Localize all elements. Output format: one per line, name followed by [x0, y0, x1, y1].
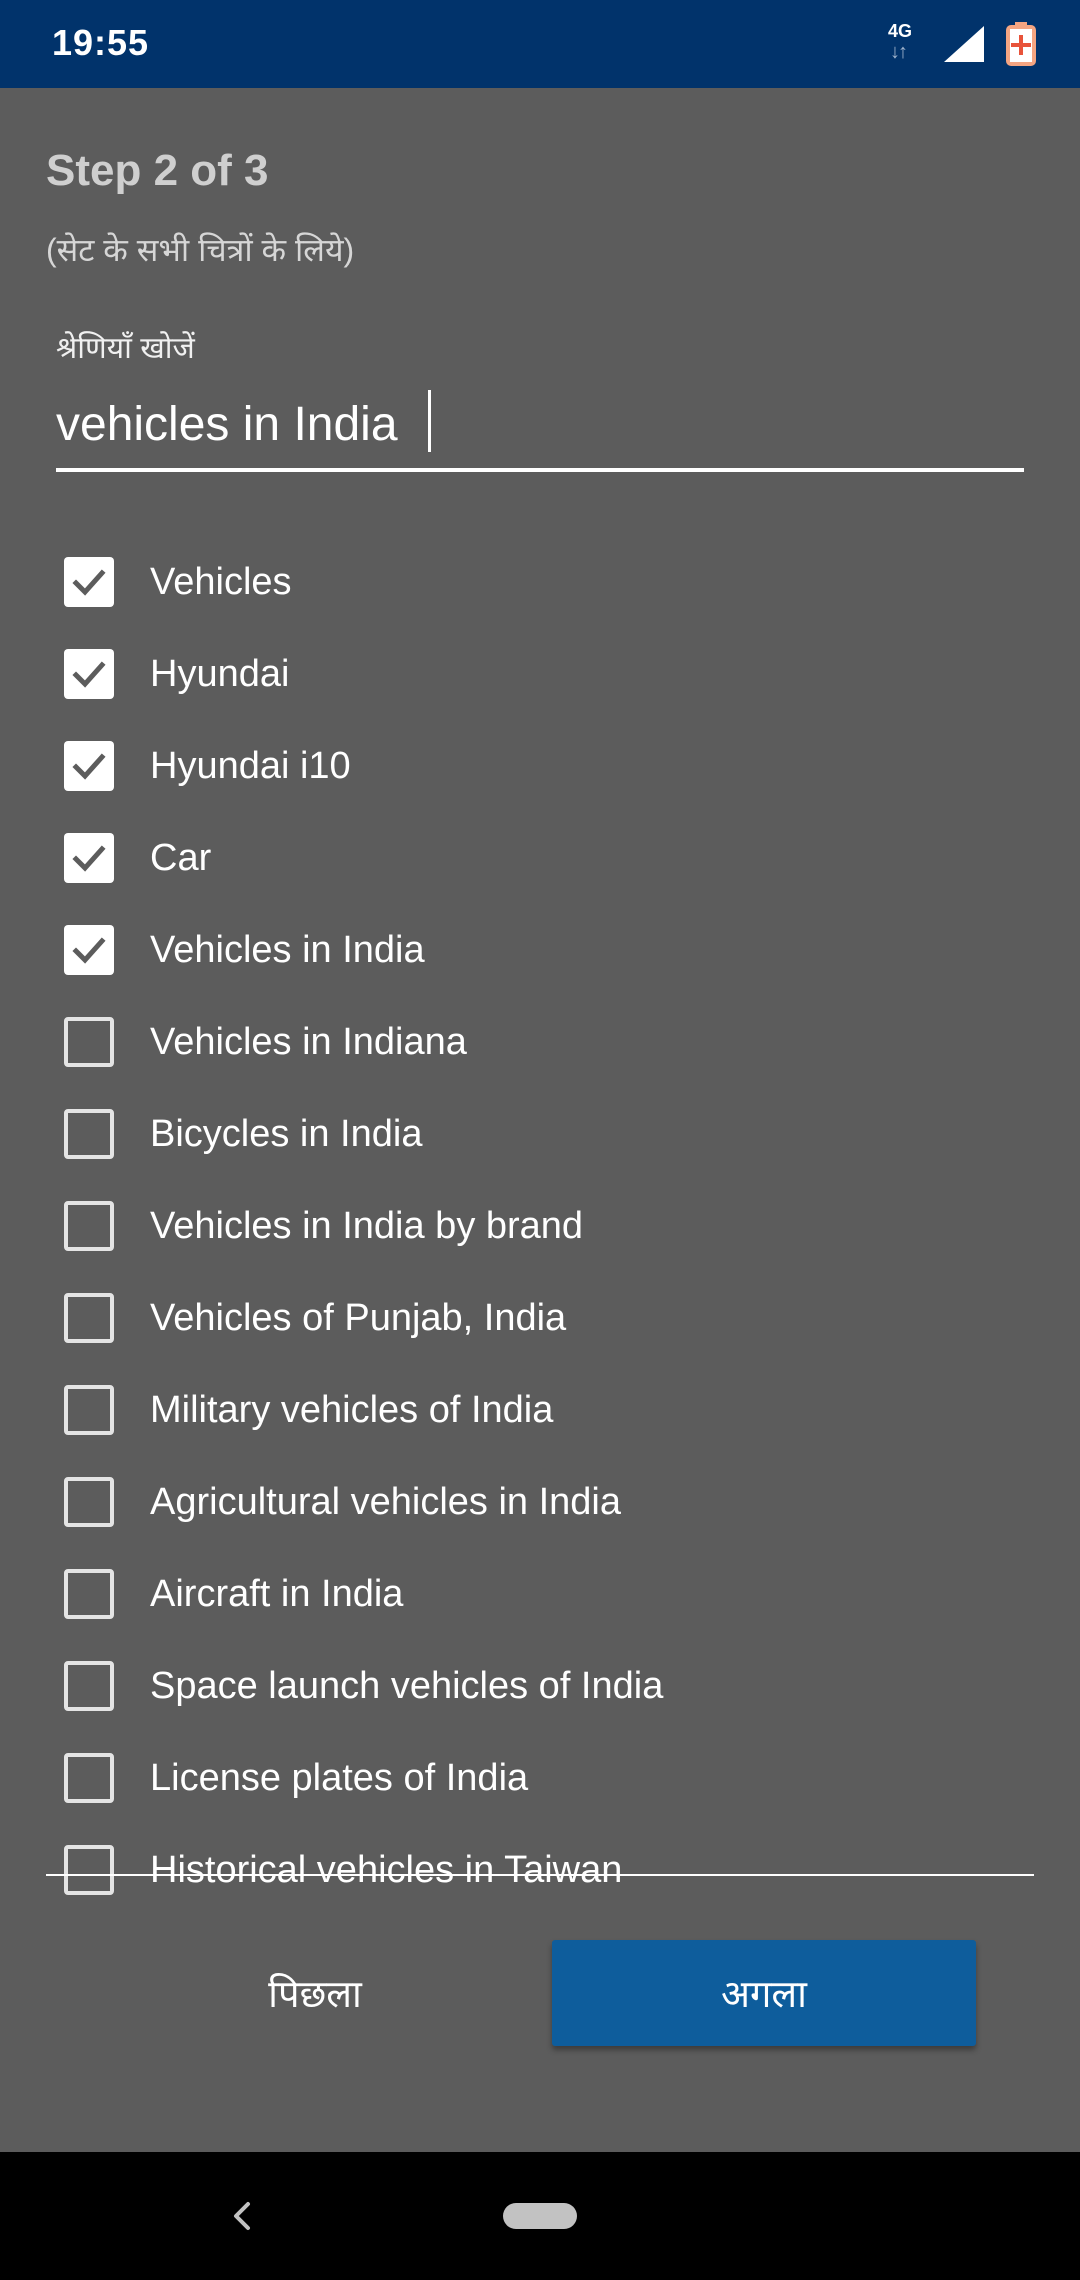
search-input[interactable] — [56, 388, 1024, 472]
checkbox-checked-icon[interactable] — [64, 557, 114, 607]
category-label: Agricultural vehicles in India — [150, 1480, 622, 1523]
category-item[interactable]: Military vehicles of India — [64, 1364, 1024, 1456]
category-label: Historical vehicles in Taiwan — [150, 1848, 623, 1891]
checkbox-unchecked-icon[interactable] — [64, 1569, 114, 1619]
category-item[interactable]: Aircraft in India — [64, 1548, 1024, 1640]
category-label: Vehicles in India — [150, 928, 425, 971]
next-button[interactable]: अगला — [552, 1940, 976, 2046]
checkbox-checked-icon[interactable] — [64, 741, 114, 791]
screen: 19:55 4G ↓↑ Step 2 of 3 (सेट के सभी चित्… — [0, 0, 1080, 2280]
navigation-bar — [0, 2152, 1080, 2280]
checkbox-unchecked-icon[interactable] — [64, 1845, 114, 1895]
step-title: Step 2 of 3 — [46, 146, 269, 195]
category-label: Vehicles in Indiana — [150, 1020, 467, 1063]
search-label: श्रेणियाँ खोजें — [56, 332, 195, 365]
checkbox-checked-icon[interactable] — [64, 925, 114, 975]
category-item[interactable]: Hyundai i10 — [64, 720, 1024, 812]
category-label: License plates of India — [150, 1756, 529, 1799]
step-subtitle: (सेट के सभी चित्रों के लिये) — [46, 232, 355, 268]
home-pill-icon[interactable] — [503, 2203, 577, 2229]
checkbox-unchecked-icon[interactable] — [64, 1293, 114, 1343]
category-label: Military vehicles of India — [150, 1388, 554, 1431]
category-item[interactable]: Vehicles in India by brand — [64, 1180, 1024, 1272]
checkbox-unchecked-icon[interactable] — [64, 1201, 114, 1251]
network-label: 4G — [888, 21, 913, 41]
checkbox-checked-icon[interactable] — [64, 833, 114, 883]
checkbox-unchecked-icon[interactable] — [64, 1753, 114, 1803]
category-label: Hyundai i10 — [150, 744, 351, 787]
list-divider — [46, 1874, 1034, 1876]
category-dialog: Step 2 of 3 (सेट के सभी चित्रों के लिये)… — [0, 88, 1080, 2152]
checkbox-unchecked-icon[interactable] — [64, 1017, 114, 1067]
status-bar: 19:55 4G ↓↑ — [0, 0, 1080, 88]
checkbox-unchecked-icon[interactable] — [64, 1385, 114, 1435]
category-item[interactable]: Vehicles — [64, 536, 1024, 628]
status-icons: 4G ↓↑ — [886, 20, 1036, 68]
previous-button[interactable]: पिछला — [180, 1940, 450, 2046]
status-time: 19:55 — [52, 22, 150, 63]
checkbox-unchecked-icon[interactable] — [64, 1477, 114, 1527]
text-cursor — [428, 390, 431, 452]
category-label: Vehicles in India by brand — [150, 1204, 584, 1247]
battery-saver-icon — [1006, 22, 1036, 66]
category-label: Bicycles in India — [150, 1112, 423, 1155]
network-4g-icon: 4G ↓↑ — [886, 21, 922, 67]
checkbox-checked-icon[interactable] — [64, 649, 114, 699]
back-icon[interactable] — [222, 2188, 262, 2244]
category-item[interactable]: Vehicles in India — [64, 904, 1024, 996]
signal-icon — [944, 26, 984, 62]
category-item[interactable]: Space launch vehicles of India — [64, 1640, 1024, 1732]
checkbox-unchecked-icon[interactable] — [64, 1661, 114, 1711]
network-arrows: ↓↑ — [890, 41, 908, 63]
category-item[interactable]: Hyundai — [64, 628, 1024, 720]
category-item[interactable]: Vehicles of Punjab, India — [64, 1272, 1024, 1364]
category-label: Aircraft in India — [150, 1572, 404, 1615]
checkbox-unchecked-icon[interactable] — [64, 1109, 114, 1159]
category-label: Vehicles — [150, 560, 292, 603]
category-label: Space launch vehicles of India — [150, 1664, 664, 1707]
category-item[interactable]: Vehicles in Indiana — [64, 996, 1024, 1088]
category-item[interactable]: Car — [64, 812, 1024, 904]
category-item[interactable]: Agricultural vehicles in India — [64, 1456, 1024, 1548]
category-item[interactable]: License plates of India — [64, 1732, 1024, 1824]
category-label: Vehicles of Punjab, India — [150, 1296, 567, 1339]
category-item[interactable]: Bicycles in India — [64, 1088, 1024, 1180]
category-item[interactable]: Historical vehicles in Taiwan — [64, 1824, 1024, 1916]
category-label: Hyundai — [150, 652, 290, 695]
category-label: Car — [150, 836, 212, 879]
